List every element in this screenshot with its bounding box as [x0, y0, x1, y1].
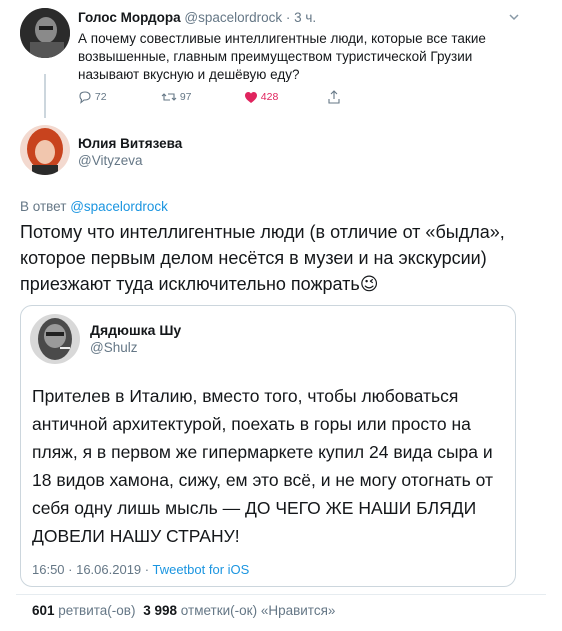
- reply-prefix: В ответ: [20, 199, 67, 214]
- tweet-client-link[interactable]: Tweetbot for iOS: [152, 562, 249, 577]
- quoted-text-line: Прителев в Италию, вместо того, чтобы лю…: [32, 386, 459, 406]
- wink-emoji: 😉: [359, 274, 379, 294]
- quoted-text-line: себя одну лишь мысль — ДО ЧЕГО ЖЕ НАШИ Б…: [32, 498, 477, 518]
- like-count: 428: [260, 91, 279, 103]
- reply-context: В ответ @spacelordrock: [20, 199, 168, 214]
- parent-author-name[interactable]: Голос Мордора: [78, 10, 181, 25]
- main-author-name[interactable]: Юлия Витязева: [78, 136, 182, 151]
- parent-avatar[interactable]: [20, 8, 70, 58]
- share-icon: [328, 90, 340, 104]
- parent-actions: 72 97 428: [78, 90, 341, 104]
- retweets-count: 601: [32, 603, 55, 618]
- main-text-line: Потому что интеллигентные люди (в отличи…: [20, 222, 505, 242]
- retweets-label: ретвита(-ов): [58, 603, 136, 618]
- quoted-text-line: античной архитектурой, поехать в горы ил…: [32, 414, 471, 434]
- quoted-avatar[interactable]: [30, 314, 80, 364]
- tweet-stats: 601 ретвита(-ов) 3 998 отметки(-ок) «Нра…: [32, 603, 335, 618]
- tweet-meta: 16:50 · 16.06.2019 · Tweetbot for iOS: [32, 562, 249, 577]
- like-button[interactable]: 428: [244, 91, 324, 104]
- quoted-text-line: пляж, я в первом же гипермаркете купил 2…: [32, 442, 493, 462]
- likes-label: отметки(-ок) «Нравится»: [180, 603, 336, 618]
- quoted-author-handle[interactable]: @Shulz: [90, 340, 137, 355]
- parent-header: Голос Мордора @spacelordrock · 3 ч.: [78, 10, 316, 25]
- retweet-count: 97: [179, 91, 192, 103]
- reply-icon: [79, 91, 91, 104]
- main-text-line: приезжают туда исключительно пожрать: [20, 274, 360, 294]
- likes-count: 3 998: [143, 603, 178, 618]
- thread-connector: [44, 74, 46, 118]
- parent-text-line: А почему совестливые интеллигентные люди…: [78, 31, 486, 46]
- retweets-stat[interactable]: 601 ретвита(-ов): [32, 603, 139, 618]
- quoted-text: Прителев в Италию, вместо того, чтобы лю…: [32, 382, 512, 550]
- retweet-button[interactable]: 97: [161, 90, 241, 104]
- main-author-handle[interactable]: @Vityzeva: [78, 153, 142, 168]
- quoted-author-name[interactable]: Дядюшка Шу: [90, 322, 181, 338]
- parent-text-line: называют вкусную и дешёвую еду?: [78, 67, 300, 82]
- main-text: Потому что интеллигентные люди (в отличи…: [20, 219, 550, 297]
- reply-button[interactable]: 72: [78, 90, 158, 104]
- parent-time[interactable]: · 3 ч.: [286, 10, 316, 25]
- parent-author-handle[interactable]: @spacelordrock: [184, 10, 282, 25]
- likes-stat[interactable]: 3 998 отметки(-ок) «Нравится»: [143, 603, 335, 618]
- heart-icon: [244, 91, 257, 103]
- main-text-line: которое первым делом несётся в музеи и н…: [20, 248, 487, 268]
- stats-divider: [16, 594, 546, 595]
- parent-text-line: возвышенные, главным преимуществом турис…: [78, 49, 473, 64]
- main-text-line-wrap: приезжают туда исключительно пожрать😉: [20, 271, 550, 297]
- quoted-text-line: 18 видов хамона, сижу, ем это всё, и не …: [32, 470, 494, 490]
- reply-to-link[interactable]: @spacelordrock: [70, 199, 168, 214]
- share-button[interactable]: [327, 90, 341, 104]
- reply-count: 72: [94, 91, 107, 103]
- parent-text: А почему совестливые интеллигентные люди…: [78, 30, 548, 84]
- retweet-icon: [161, 93, 177, 101]
- main-avatar[interactable]: [20, 125, 70, 175]
- parent-menu-chevron-icon[interactable]: [507, 10, 521, 24]
- tweet-timestamp[interactable]: 16:50 · 16.06.2019 ·: [32, 562, 149, 577]
- quoted-text-line: ДОВЕЛИ НАШУ СТРАНУ!: [32, 526, 240, 546]
